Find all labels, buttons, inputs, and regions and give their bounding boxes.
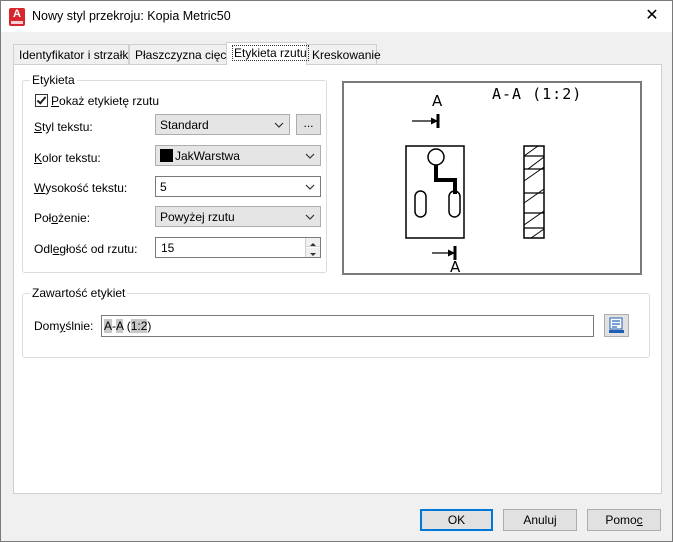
autocad-app-icon: A: [9, 8, 25, 26]
preview-top-label: A: [432, 92, 443, 110]
preview-view-title: A-A (1:2): [492, 85, 582, 103]
label-group-title: Etykieta: [30, 73, 77, 87]
tab-hatch[interactable]: Kreskowanie: [306, 44, 381, 64]
position-select[interactable]: Powyżej rzutu: [155, 206, 321, 227]
section-view-preview: A A-A (1:2) A: [342, 81, 642, 276]
cancel-button[interactable]: Anuluj: [503, 509, 577, 531]
text-style-select[interactable]: Standard: [155, 114, 290, 135]
text-height-combo[interactable]: 5: [155, 176, 321, 197]
spin-down-arrow-icon[interactable]: [306, 248, 320, 257]
part-outline-icon: [405, 145, 465, 239]
close-icon[interactable]: ✕: [632, 1, 672, 32]
tab-identifier-arrows[interactable]: Identyfikator i strzałki: [13, 44, 131, 64]
tab-cutting-plane[interactable]: Płaszczyzna cięcia: [129, 44, 236, 64]
chevron-down-icon: [305, 153, 315, 159]
tab-panel: Etykieta Pokaż etykietę rzutu Styl tekst…: [13, 64, 662, 494]
chevron-down-icon: [305, 214, 315, 220]
field-editor-button[interactable]: [604, 314, 629, 337]
text-color-select[interactable]: JakWarstwa: [155, 145, 321, 166]
default-label-field[interactable]: A-A (1:2): [101, 315, 594, 337]
ok-button[interactable]: OK: [420, 509, 493, 531]
show-label-checkbox[interactable]: [35, 94, 48, 107]
checkmark-icon: [36, 94, 47, 105]
title-bar[interactable]: A Nowy styl przekroju: Kopia Metric50 ✕: [1, 1, 672, 32]
default-label: Domyślnie:: [34, 319, 94, 333]
preview-bottom-label: A: [450, 258, 461, 273]
insert-field-icon: [609, 317, 624, 333]
show-label-text[interactable]: Pokaż etykietę rzutu: [51, 94, 159, 108]
text-style-browse-button[interactable]: ...: [296, 114, 321, 135]
label-content-group-title: Zawartość etykiet: [30, 286, 128, 300]
top-cut-arrow-icon: [412, 114, 440, 128]
chevron-down-icon: [274, 122, 284, 128]
text-color-label: Kolor tekstu:: [34, 151, 101, 165]
position-label: Położenie:: [34, 211, 91, 225]
color-swatch: [160, 149, 173, 162]
text-style-label: Styl tekstu:: [34, 120, 93, 134]
window-title: Nowy styl przekroju: Kopia Metric50: [32, 9, 231, 23]
preview-drawing: A A-A (1:2) A: [405, 85, 582, 276]
offset-spinner[interactable]: 15: [155, 237, 321, 258]
spin-up-arrow-icon[interactable]: [306, 238, 320, 247]
offset-label: Odległość od rzutu:: [34, 242, 138, 256]
help-button[interactable]: Pomoc: [587, 509, 661, 531]
text-height-label: Wysokość tekstu:: [34, 181, 128, 195]
chevron-down-icon: [305, 184, 315, 190]
section-hatch-icon: [523, 145, 545, 239]
tab-view-label[interactable]: Etykieta rzutu: [226, 42, 309, 65]
dialog-window: A Nowy styl przekroju: Kopia Metric50 ✕ …: [0, 0, 673, 542]
